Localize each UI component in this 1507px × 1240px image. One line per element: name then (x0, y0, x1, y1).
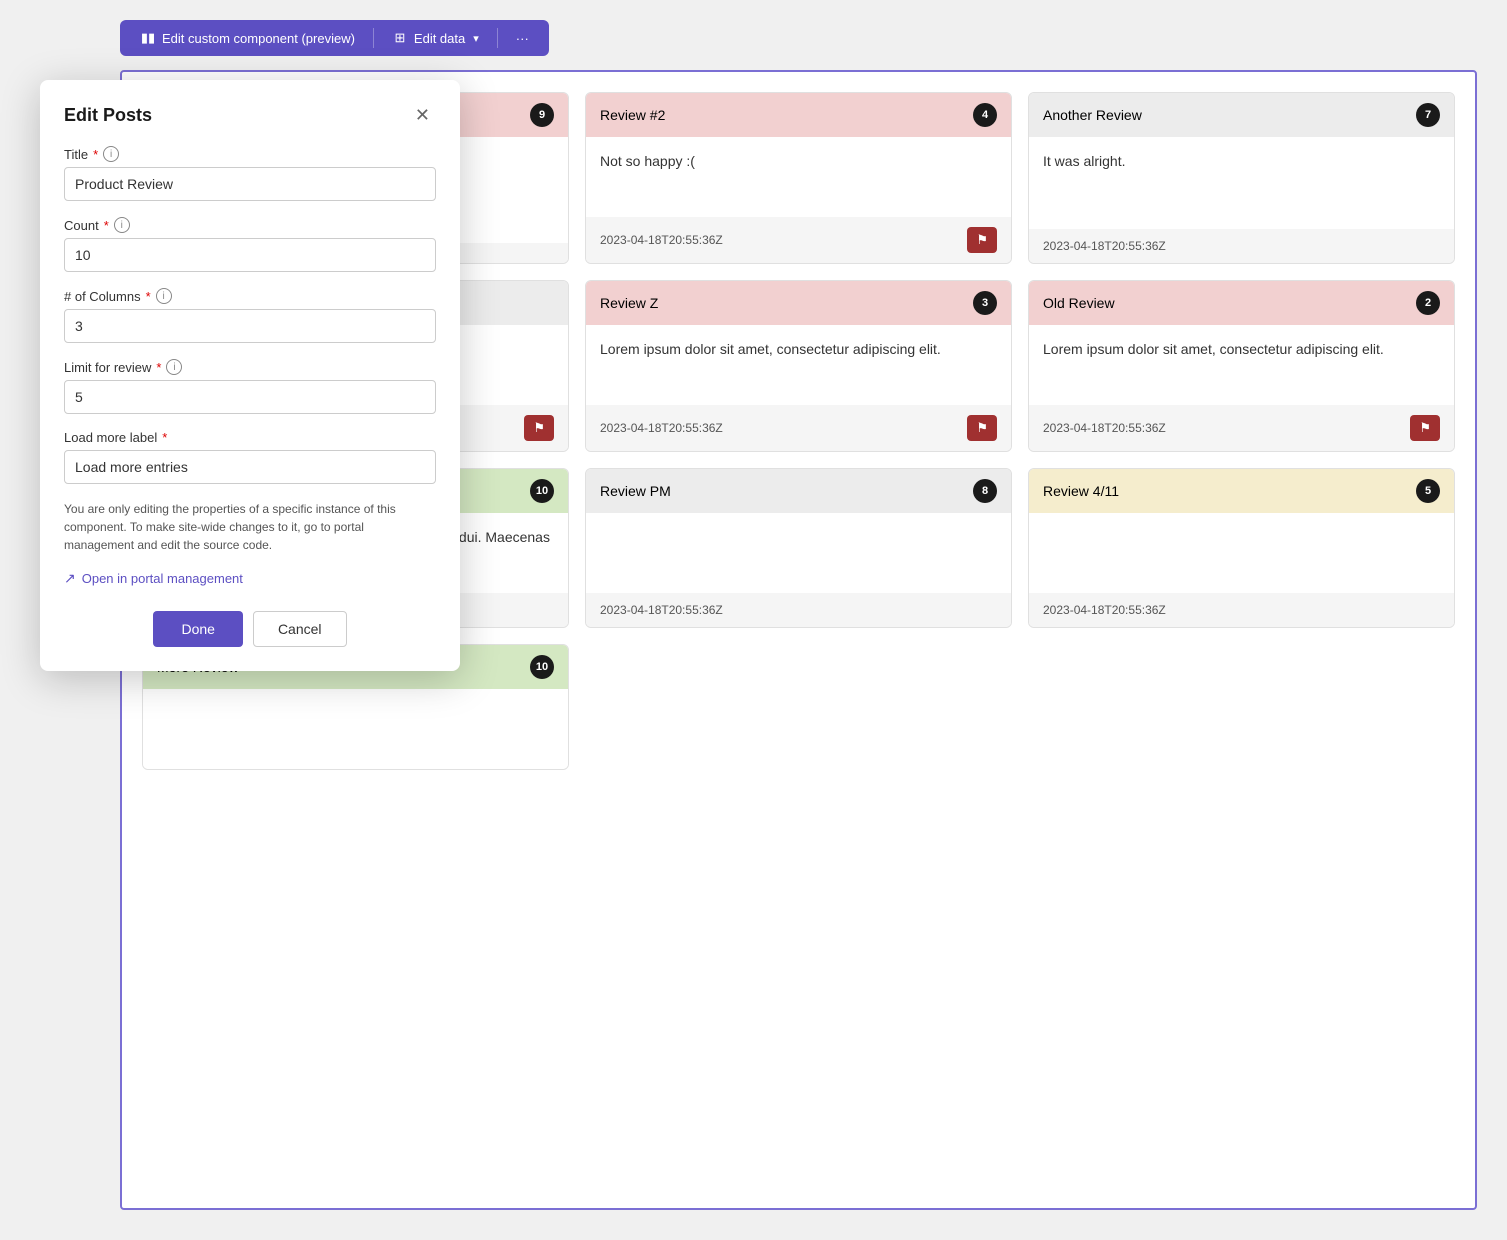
data-icon: ⊞ (392, 30, 408, 46)
card-header: Old Review 2 (1029, 281, 1454, 325)
limit-required: * (156, 360, 161, 375)
count-info-icon: i (114, 217, 130, 233)
card-header: Review #2 4 (586, 93, 1011, 137)
card-header: Review PM 8 (586, 469, 1011, 513)
card-body: Not so happy :( (586, 137, 1011, 217)
flag-button[interactable]: ⚑ (524, 415, 554, 441)
count-input[interactable] (64, 238, 436, 272)
card-badge: 4 (973, 103, 997, 127)
cancel-button[interactable]: Cancel (253, 611, 347, 647)
columns-label: # of Columns * i (64, 288, 436, 304)
modal-title: Edit Posts (64, 105, 152, 126)
flag-button[interactable]: ⚑ (967, 415, 997, 441)
card-body: It was alright. (1029, 137, 1454, 229)
review-card: Review Z 3 Lorem ipsum dolor sit amet, c… (585, 280, 1012, 452)
limit-field-group: Limit for review * i (64, 359, 436, 414)
title-field-group: Title * i (64, 146, 436, 201)
count-label: Count * i (64, 217, 436, 233)
card-badge: 8 (973, 479, 997, 503)
chevron-down-icon: ▾ (473, 32, 479, 45)
count-field-group: Count * i (64, 217, 436, 272)
columns-required: * (146, 289, 151, 304)
card-footer: 2023-04-18T20:55:36Z ⚑ (586, 217, 1011, 263)
card-body: Lorem ipsum dolor sit amet, consectetur … (1029, 325, 1454, 405)
helper-text: You are only editing the properties of a… (64, 500, 436, 554)
card-body: Lorem ipsum dolor sit amet, consectetur … (586, 325, 1011, 405)
review-card: Review 4/11 5 2023-04-18T20:55:36Z (1028, 468, 1455, 628)
limit-info-icon: i (166, 359, 182, 375)
card-header: Review Z 3 (586, 281, 1011, 325)
card-timestamp: 2023-04-18T20:55:36Z (1043, 603, 1166, 617)
card-title: Review 4/11 (1043, 483, 1119, 499)
count-required: * (104, 218, 109, 233)
card-header: Another Review 7 (1029, 93, 1454, 137)
card-timestamp: 2023-04-18T20:55:36Z (600, 421, 723, 435)
card-body (1029, 513, 1454, 593)
more-button[interactable]: ··· (506, 27, 539, 50)
limit-label: Limit for review * i (64, 359, 436, 375)
card-badge: 7 (1416, 103, 1440, 127)
card-footer: 2023-04-18T20:55:36Z ⚑ (586, 405, 1011, 451)
card-title: Another Review (1043, 107, 1142, 123)
edit-data-button[interactable]: ⊞ Edit data ▾ (382, 26, 489, 50)
limit-input[interactable] (64, 380, 436, 414)
card-badge: 2 (1416, 291, 1440, 315)
flag-button[interactable]: ⚑ (1410, 415, 1440, 441)
component-icon: ▮▮ (140, 30, 156, 46)
toolbar-divider-2 (497, 28, 498, 48)
load-more-required: * (162, 430, 167, 445)
card-title: Review PM (600, 483, 671, 499)
card-badge: 9 (530, 103, 554, 127)
review-card: Review #2 4 Not so happy :( 2023-04-18T2… (585, 92, 1012, 264)
card-badge: 5 (1416, 479, 1440, 503)
toolbar: ▮▮ Edit custom component (preview) ⊞ Edi… (120, 20, 549, 56)
modal-footer: Done Cancel (64, 611, 436, 647)
toolbar-divider (373, 28, 374, 48)
title-label: Title * i (64, 146, 436, 162)
card-footer: 2023-04-18T20:55:36Z (1029, 229, 1454, 263)
review-card: Another Review 7 It was alright. 2023-04… (1028, 92, 1455, 264)
title-input[interactable] (64, 167, 436, 201)
done-button[interactable]: Done (153, 611, 242, 647)
edit-component-button[interactable]: ▮▮ Edit custom component (preview) (130, 26, 365, 50)
modal-header: Edit Posts ✕ (64, 104, 436, 126)
card-footer: 2023-04-18T20:55:36Z (1029, 593, 1454, 627)
portal-link[interactable]: ↗ Open in portal management (64, 570, 436, 587)
card-badge: 10 (530, 479, 554, 503)
review-card: Old Review 2 Lorem ipsum dolor sit amet,… (1028, 280, 1455, 452)
card-header: Review 4/11 5 (1029, 469, 1454, 513)
review-card: Review PM 8 2023-04-18T20:55:36Z (585, 468, 1012, 628)
card-timestamp: 2023-04-18T20:55:36Z (1043, 239, 1166, 253)
card-timestamp: 2023-04-18T20:55:36Z (1043, 421, 1166, 435)
title-info-icon: i (103, 146, 119, 162)
card-body (586, 513, 1011, 593)
external-link-icon: ↗ (64, 570, 76, 587)
card-timestamp: 2023-04-18T20:55:36Z (600, 233, 723, 247)
close-button[interactable]: ✕ (409, 104, 436, 126)
card-badge: 10 (530, 655, 554, 679)
card-title: Review Z (600, 295, 658, 311)
card-title: Review #2 (600, 107, 665, 123)
card-footer: 2023-04-18T20:55:36Z (586, 593, 1011, 627)
card-title: Old Review (1043, 295, 1115, 311)
card-body (143, 689, 568, 769)
card-badge: 3 (973, 291, 997, 315)
columns-info-icon: i (156, 288, 172, 304)
load-more-label: Load more label * (64, 430, 436, 445)
flag-button[interactable]: ⚑ (967, 227, 997, 253)
columns-field-group: # of Columns * i (64, 288, 436, 343)
columns-input[interactable] (64, 309, 436, 343)
card-timestamp: 2023-04-18T20:55:36Z (600, 603, 723, 617)
card-footer: 2023-04-18T20:55:36Z ⚑ (1029, 405, 1454, 451)
load-more-field-group: Load more label * (64, 430, 436, 484)
edit-posts-modal: Edit Posts ✕ Title * i Count * i # of Co… (40, 80, 460, 671)
title-required: * (93, 147, 98, 162)
load-more-input[interactable] (64, 450, 436, 484)
